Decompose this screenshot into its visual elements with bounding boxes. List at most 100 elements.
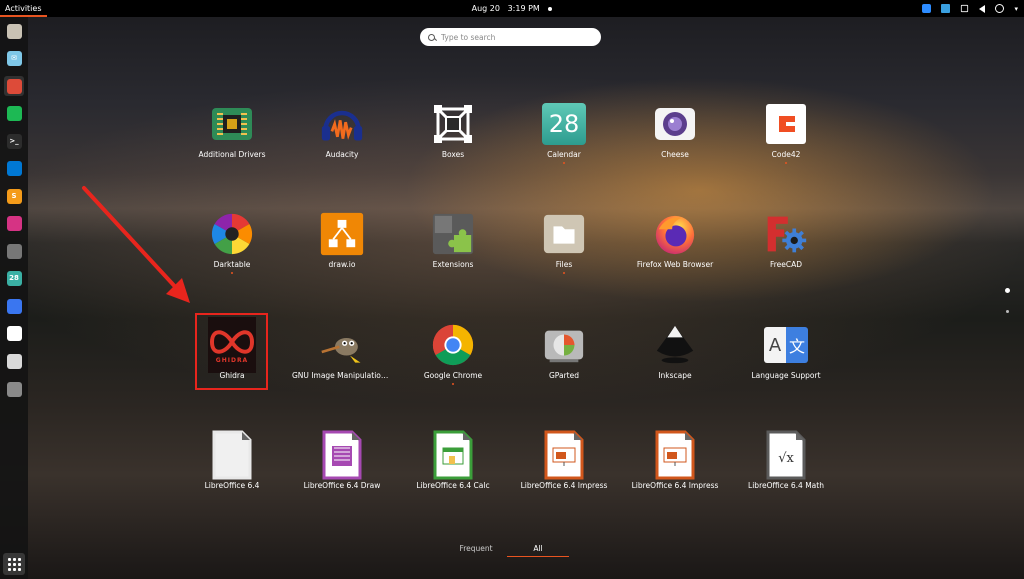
app-label: Additional Drivers bbox=[198, 150, 266, 159]
app-label: Files bbox=[555, 260, 573, 269]
language-latin-glyph: A bbox=[764, 327, 786, 363]
app-label: LibreOffice 6.4 Math bbox=[748, 481, 824, 490]
boxes-icon bbox=[431, 102, 475, 146]
folder-icon bbox=[542, 212, 586, 256]
firefox-icon bbox=[653, 212, 697, 256]
camera-icon[interactable] bbox=[941, 4, 951, 13]
headphones-icon bbox=[320, 102, 364, 146]
activities-button[interactable]: Activities bbox=[0, 0, 47, 17]
dock-app-glyph: >_ bbox=[9, 137, 19, 145]
calendar-day-label: 28 bbox=[542, 103, 586, 145]
lo-impress-icon[interactable] bbox=[4, 351, 24, 371]
page-indicator-active[interactable] bbox=[1005, 288, 1010, 293]
running-indicator bbox=[231, 272, 233, 274]
app-label: LibreOffice 6.4 Draw bbox=[303, 481, 381, 490]
page-indicator[interactable] bbox=[1006, 310, 1009, 313]
aperture-icon bbox=[210, 212, 254, 256]
search-bar[interactable] bbox=[420, 28, 601, 46]
gimp-icon[interactable] bbox=[4, 241, 24, 261]
libreoffice-draw-icon bbox=[320, 430, 364, 480]
running-indicator bbox=[563, 162, 565, 164]
tab-frequent[interactable]: Frequent bbox=[445, 544, 507, 557]
puzzle-icon bbox=[431, 212, 475, 256]
clock: Aug 20 3:19 PM bbox=[0, 0, 1024, 17]
app-label: Boxes bbox=[441, 150, 465, 159]
app-tile[interactable]: draw.io bbox=[292, 212, 392, 302]
app-label: LibreOffice 6.4 bbox=[204, 481, 260, 490]
files-icon[interactable] bbox=[4, 21, 24, 41]
app-tile[interactable]: Inkscape bbox=[625, 323, 725, 413]
app-tile[interactable]: Audacity bbox=[292, 102, 392, 192]
app-label: GParted bbox=[549, 371, 579, 380]
app-tile[interactable]: A 文 Language Support bbox=[736, 323, 836, 413]
libreoffice-impress-icon bbox=[542, 430, 586, 480]
search-input[interactable] bbox=[441, 32, 591, 42]
language-icon: A文 bbox=[764, 323, 808, 367]
clock-button[interactable]: Aug 20 3:19 PM bbox=[472, 4, 553, 13]
app-tile[interactable]: GParted bbox=[514, 323, 614, 413]
tab-all[interactable]: All bbox=[507, 544, 569, 557]
darktable-icon[interactable] bbox=[4, 213, 24, 233]
network-icon[interactable] bbox=[961, 4, 969, 13]
system-menu-caret-icon[interactable]: ▾ bbox=[1014, 5, 1018, 13]
sublime-icon[interactable]: S bbox=[4, 186, 24, 206]
app-tile[interactable]: Boxes bbox=[403, 102, 503, 192]
running-indicator bbox=[563, 272, 565, 274]
code42-icon[interactable] bbox=[4, 323, 24, 343]
app-tile[interactable]: LibreOffice 6.4 Impress bbox=[625, 430, 725, 523]
app-tile[interactable]: GNU Image Manipulation Program bbox=[292, 323, 392, 413]
running-indicator bbox=[785, 162, 787, 164]
running-indicator bbox=[452, 383, 454, 385]
show-applications-button[interactable] bbox=[3, 553, 25, 575]
app-tile[interactable]: Cheese bbox=[625, 102, 725, 192]
app-label: GNU Image Manipulation Program bbox=[292, 371, 392, 380]
libreoffice-calc-icon bbox=[431, 430, 475, 480]
chrome-icon[interactable] bbox=[4, 76, 24, 96]
volume-icon[interactable] bbox=[979, 4, 986, 13]
app-tile[interactable]: 28 Calendar bbox=[514, 102, 614, 192]
calendar-icon[interactable]: 28 bbox=[4, 268, 24, 288]
app-label: LibreOffice 6.4 Impress bbox=[520, 481, 608, 490]
app-label: Google Chrome bbox=[423, 371, 483, 380]
trash-icon[interactable] bbox=[4, 379, 24, 399]
signal-icon[interactable] bbox=[4, 296, 24, 316]
app-tile[interactable]: Additional Drivers bbox=[182, 102, 282, 192]
spotify-icon[interactable] bbox=[4, 103, 24, 123]
app-tile[interactable]: √x LibreOffice 6.4 Math bbox=[736, 430, 836, 523]
mail-icon[interactable]: ✉ bbox=[4, 48, 24, 68]
diagram-icon bbox=[320, 212, 364, 256]
app-label: Firefox Web Browser bbox=[636, 260, 714, 269]
search-icon bbox=[428, 33, 435, 41]
app-tile[interactable]: Extensions bbox=[403, 212, 503, 302]
top-bar: Activities Aug 20 3:19 PM ▾ bbox=[0, 0, 1024, 17]
app-tile[interactable]: Firefox Web Browser bbox=[625, 212, 725, 302]
inkscape-icon bbox=[653, 323, 697, 367]
app-tile[interactable]: Google Chrome bbox=[403, 323, 503, 413]
app-label: draw.io bbox=[328, 260, 356, 269]
disk-icon bbox=[542, 323, 586, 367]
chip-icon bbox=[210, 102, 254, 146]
app-tile[interactable]: LibreOffice 6.4 Draw bbox=[292, 430, 392, 523]
libreoffice-math-icon: √x bbox=[764, 430, 808, 480]
app-label: Language Support bbox=[751, 371, 821, 380]
terminal-icon[interactable]: >_ bbox=[4, 131, 24, 151]
gimp-icon bbox=[320, 323, 364, 367]
time-label: 3:19 PM bbox=[507, 4, 540, 13]
freecad-icon bbox=[764, 212, 808, 256]
app-tile[interactable]: Files bbox=[514, 212, 614, 302]
app-tile[interactable]: Code42 bbox=[736, 102, 836, 192]
app-label: FreeCAD bbox=[769, 260, 803, 269]
app-tile[interactable]: FreeCAD bbox=[736, 212, 836, 302]
dock-app-glyph: 28 bbox=[9, 274, 19, 282]
libreoffice-impress-icon bbox=[653, 430, 697, 480]
svg-text:√x: √x bbox=[778, 451, 794, 466]
app-tile[interactable]: LibreOffice 6.4 bbox=[182, 430, 282, 523]
app-label: LibreOffice 6.4 Calc bbox=[416, 481, 490, 490]
power-icon[interactable] bbox=[995, 4, 1005, 13]
zoom-icon[interactable] bbox=[922, 4, 932, 13]
app-tile[interactable]: LibreOffice 6.4 Calc bbox=[403, 430, 503, 523]
app-label: Inkscape bbox=[658, 371, 692, 380]
app-label: Code42 bbox=[771, 150, 801, 159]
app-tile[interactable]: LibreOffice 6.4 Impress bbox=[514, 430, 614, 523]
vscode-icon[interactable] bbox=[4, 158, 24, 178]
